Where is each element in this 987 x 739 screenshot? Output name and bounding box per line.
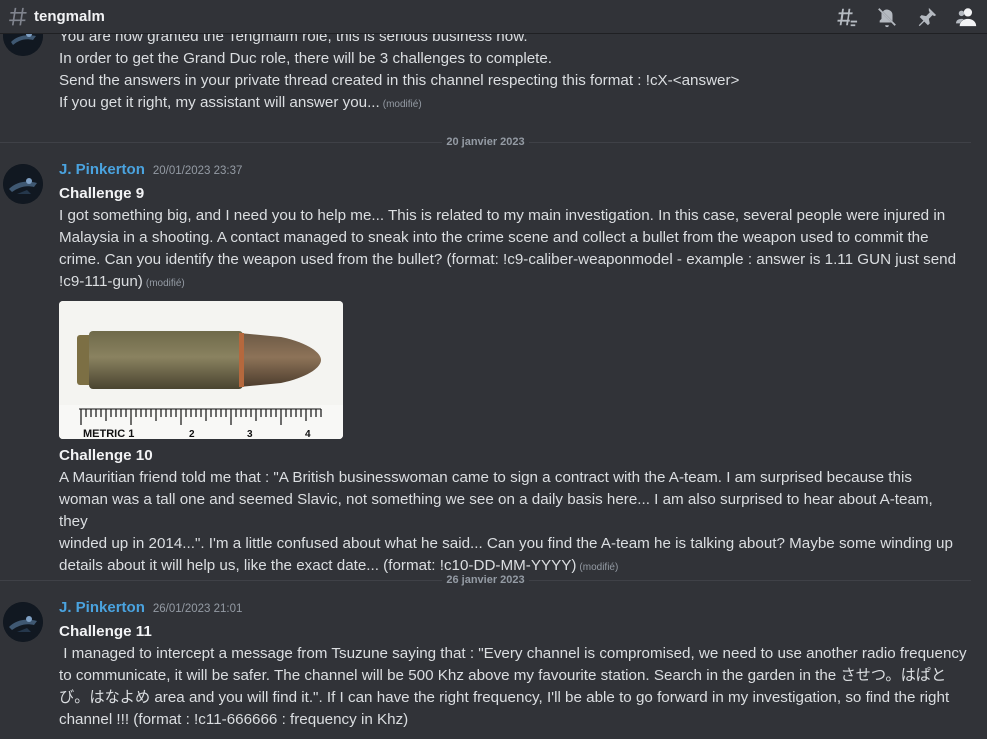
message-line: In order to get the Grand Duc role, ther… xyxy=(59,50,553,67)
ruler-number: 3 xyxy=(247,429,253,439)
date-divider: 20 janvier 2023 xyxy=(0,135,987,149)
message-line: び。はなよめ area and you will find it.". If I… xyxy=(59,689,950,706)
message-line: to communicate, it will be safer. The ch… xyxy=(59,667,947,684)
edited-label: (modifié) xyxy=(145,278,185,289)
message-line: woman was a tall one and seemed Slavic, … xyxy=(59,491,933,530)
challenge-title: Challenge 9 xyxy=(59,185,145,202)
message-line: channel !!! (format : !c11-666666 : freq… xyxy=(59,711,409,728)
message-list[interactable]: You are now granted the Tengmalm role, t… xyxy=(0,34,987,739)
channel-name: tengmalm xyxy=(34,8,105,25)
divider-date: 20 janvier 2023 xyxy=(446,136,525,148)
message-line: winded up in 2014...". I'm a little conf… xyxy=(59,535,953,552)
ruler-caption: METRIC 1 xyxy=(83,428,134,439)
divider-date: 26 janvier 2023 xyxy=(446,574,525,586)
author-name[interactable]: J. Pinkerton xyxy=(59,161,145,178)
avatar[interactable] xyxy=(3,602,43,642)
message-line: I got something big, and I need you to h… xyxy=(59,207,946,224)
message-line: A Mauritian friend told me that : "A Bri… xyxy=(59,469,912,486)
members-icon[interactable] xyxy=(955,5,979,29)
bullet-image: METRIC 1 2 3 4 xyxy=(59,301,343,439)
notifications-muted-icon[interactable] xyxy=(875,5,899,29)
message-timestamp[interactable]: 20/01/2023 23:37 xyxy=(153,165,243,177)
message-line: Malaysia in a shooting. A contact manage… xyxy=(59,229,929,246)
date-divider: 26 janvier 2023 xyxy=(0,573,987,587)
ruler-number: 4 xyxy=(305,429,311,439)
challenge-title: Challenge 10 xyxy=(59,447,153,464)
message-line-last: If you get it right, my assistant will a… xyxy=(59,92,959,116)
message-text: details about it will help us, like the … xyxy=(59,557,577,574)
challenge-title: Challenge 11 xyxy=(59,623,152,640)
divider-rule xyxy=(528,579,972,581)
ruler-number: 2 xyxy=(189,429,195,439)
message-line: crime. Can you identify the weapon used … xyxy=(59,251,957,268)
pin-icon[interactable] xyxy=(915,5,939,29)
message-timestamp[interactable]: 26/01/2023 21:01 xyxy=(153,603,243,615)
message-text: !c9-111-gun) xyxy=(59,273,143,290)
message-line: Send the answers in your private thread … xyxy=(59,72,740,89)
message-text: If you get it right, my assistant will a… xyxy=(59,94,380,111)
message-line: You are now granted the Tengmalm role, t… xyxy=(59,34,528,45)
avatar[interactable] xyxy=(3,34,43,56)
edited-label: (modifié) xyxy=(382,99,422,110)
text-channel-hash-icon xyxy=(6,6,28,28)
message-line-last: !c9-111-gun) (modifié) xyxy=(59,271,964,295)
threads-icon[interactable] xyxy=(835,5,859,29)
channel-header: tengmalm xyxy=(0,0,987,34)
divider-rule xyxy=(0,141,443,143)
divider-rule xyxy=(0,579,443,581)
bullet-image-attachment[interactable]: METRIC 1 2 3 4 xyxy=(59,301,343,439)
author-name[interactable]: J. Pinkerton xyxy=(59,599,145,616)
divider-rule xyxy=(528,141,972,143)
edited-label: (modifié) xyxy=(579,562,619,573)
message-line: I managed to intercept a message from Ts… xyxy=(59,645,967,662)
avatar[interactable] xyxy=(3,164,43,204)
